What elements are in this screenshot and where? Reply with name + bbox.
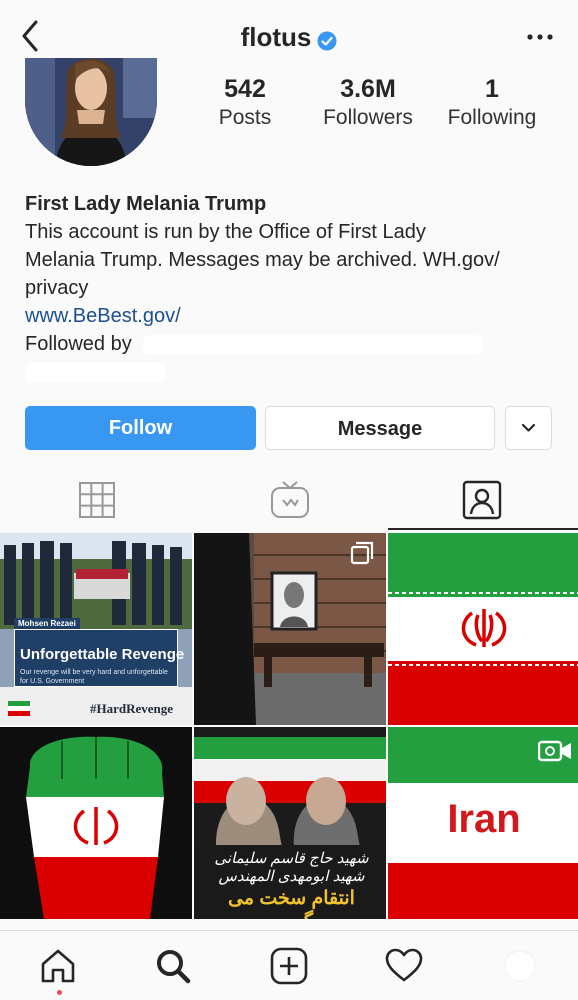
search-icon: [157, 950, 191, 984]
post-thumbnail[interactable]: Mohsen Rezaei Unforgettable Revenge Our …: [0, 533, 192, 725]
post-thumbnail[interactable]: [194, 533, 386, 725]
followers-label: Followers: [323, 106, 413, 129]
profile-bio: First Lady Melania Trump This account is…: [25, 190, 565, 386]
tagged-icon: [462, 480, 502, 520]
bio-line-1: This account is run by the Office of Fir…: [25, 221, 426, 243]
post-subtitle: Mohsen Rezaei: [14, 618, 80, 629]
add-post-icon: [270, 947, 308, 985]
redacted-area: [25, 362, 165, 383]
follow-button[interactable]: Follow: [25, 406, 256, 450]
igtv-icon: [271, 481, 309, 518]
stat-posts[interactable]: 542 Posts: [205, 74, 285, 132]
post-arabic-slogan: انتقام سخت می گیریم: [228, 888, 355, 919]
nav-activity[interactable]: [384, 946, 424, 986]
video-camera-icon: [538, 740, 571, 762]
active-tab-indicator: [388, 528, 578, 530]
profile-tabs: [0, 470, 578, 532]
home-icon: [41, 949, 75, 983]
followed-by-row[interactable]: Followed by: [25, 330, 565, 358]
post-caption: Our revenge will be very hard and unforg…: [20, 669, 168, 685]
more-options-icon[interactable]: [522, 22, 558, 52]
chevron-down-icon: [521, 423, 536, 432]
tab-igtv[interactable]: [268, 478, 312, 522]
post-thumbnail[interactable]: Iran: [388, 727, 578, 919]
followers-count: 3.6M: [340, 75, 396, 103]
posts-label: Posts: [218, 106, 272, 129]
page-title-wrap: flotus: [0, 22, 578, 53]
nav-profile[interactable]: [500, 946, 540, 986]
profile-avatar[interactable]: [25, 58, 157, 166]
posts-count: 542: [224, 75, 266, 103]
post-grid: Mohsen Rezaei Unforgettable Revenge Our …: [0, 533, 578, 933]
heart-icon: [385, 948, 423, 982]
nav-search[interactable]: [153, 946, 193, 986]
post-thumbnail[interactable]: شهید حاج قاسم سلیمانی شهید ابومهدی المهن…: [194, 727, 386, 919]
post-iran-text: Iran: [447, 797, 521, 841]
stat-followers[interactable]: 3.6M Followers: [312, 74, 424, 132]
stat-following[interactable]: 1 Following: [440, 74, 544, 132]
username-title: flotus: [240, 22, 312, 52]
verified-badge-icon: [317, 27, 337, 51]
suggested-dropdown-button[interactable]: [505, 406, 552, 450]
post-thumbnail[interactable]: [0, 727, 192, 919]
post-title: Unforgettable Revenge: [20, 646, 185, 663]
bio-line-2: Melania Trump. Messages may be archived.…: [25, 249, 500, 271]
nav-home[interactable]: [38, 946, 78, 986]
followed-by-label: Followed by: [25, 333, 132, 355]
following-count: 1: [485, 75, 499, 103]
followed-by-row-2: [25, 358, 565, 386]
nav-new-post[interactable]: [269, 946, 309, 986]
message-button[interactable]: Message: [265, 406, 495, 450]
bottom-navigation: [0, 930, 578, 1000]
post-hashtag: #HardRevenge: [90, 701, 174, 716]
bio-link[interactable]: www.BeBest.gov/: [25, 302, 565, 330]
profile-name: First Lady Melania Trump: [25, 193, 267, 215]
tab-grid[interactable]: [75, 478, 119, 522]
tab-tagged[interactable]: [460, 478, 504, 522]
notification-dot: [57, 990, 62, 995]
post-thumbnail[interactable]: [388, 533, 578, 725]
redacted-area: [143, 334, 484, 355]
grid-icon: [79, 482, 115, 518]
bio-line-3: privacy: [25, 277, 89, 299]
following-label: Following: [447, 106, 537, 129]
post-arabic-caption: شهید حاج قاسم سلیمانی شهید ابومهدی المهن…: [214, 850, 369, 885]
profile-avatar-icon: [504, 950, 536, 982]
